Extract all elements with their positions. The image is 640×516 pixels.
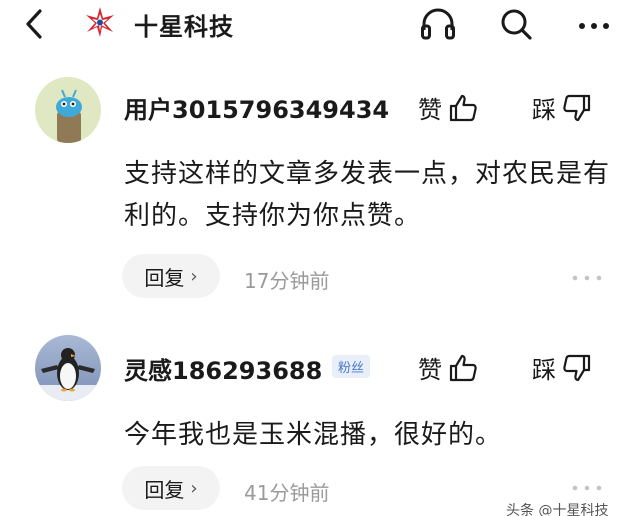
chevron-right-icon: › <box>190 265 198 287</box>
chevron-right-icon: › <box>190 477 198 499</box>
reply-label: 回复 <box>144 477 185 502</box>
timestamp: 41分钟前 <box>244 481 330 505</box>
more-dots-icon[interactable] <box>570 478 604 498</box>
thumbs-up-icon <box>449 94 477 121</box>
watermark: 头条 @十星科技 <box>506 503 609 516</box>
reply-button[interactable]: 回复 › <box>122 466 220 510</box>
username[interactable]: 灵感186293688 <box>124 351 322 386</box>
thumbs-down-icon <box>563 94 591 121</box>
top-bar: 十星科技 <box>0 0 640 50</box>
search-icon[interactable] <box>496 4 536 44</box>
like-label: 赞 <box>418 96 442 124</box>
like-label: 赞 <box>418 356 442 384</box>
fan-badge: 粉丝 <box>332 355 371 378</box>
more-icon[interactable] <box>574 4 614 44</box>
username[interactable]: 用户3015796349434 <box>124 90 389 125</box>
dislike-button[interactable]: 踩 <box>532 90 592 125</box>
comment-text: 今年我也是玉米混播，很好的。 <box>124 420 503 450</box>
dislike-button[interactable]: 踩 <box>532 350 592 385</box>
dislike-label: 踩 <box>532 96 556 124</box>
thumbs-up-icon <box>449 354 477 381</box>
thumbs-down-icon <box>563 354 591 381</box>
avatar[interactable] <box>35 77 101 143</box>
avatar[interactable] <box>35 335 101 401</box>
back-arrow-icon[interactable] <box>18 6 54 42</box>
reply-label: 回复 <box>144 265 185 290</box>
timestamp: 17分钟前 <box>244 269 330 293</box>
comment-text: 支持这样的文章多发表一点，对农民是有利的。支持你为你点赞。 <box>124 159 611 231</box>
more-dots-icon[interactable] <box>570 268 604 288</box>
like-button[interactable]: 赞 <box>418 350 478 385</box>
dislike-label: 踩 <box>532 356 556 384</box>
brand-name[interactable]: 十星科技 <box>134 7 234 42</box>
brand-star-logo <box>84 6 116 38</box>
headphones-icon[interactable] <box>418 4 458 44</box>
reply-button[interactable]: 回复 › <box>122 254 220 298</box>
like-button[interactable]: 赞 <box>418 90 478 125</box>
